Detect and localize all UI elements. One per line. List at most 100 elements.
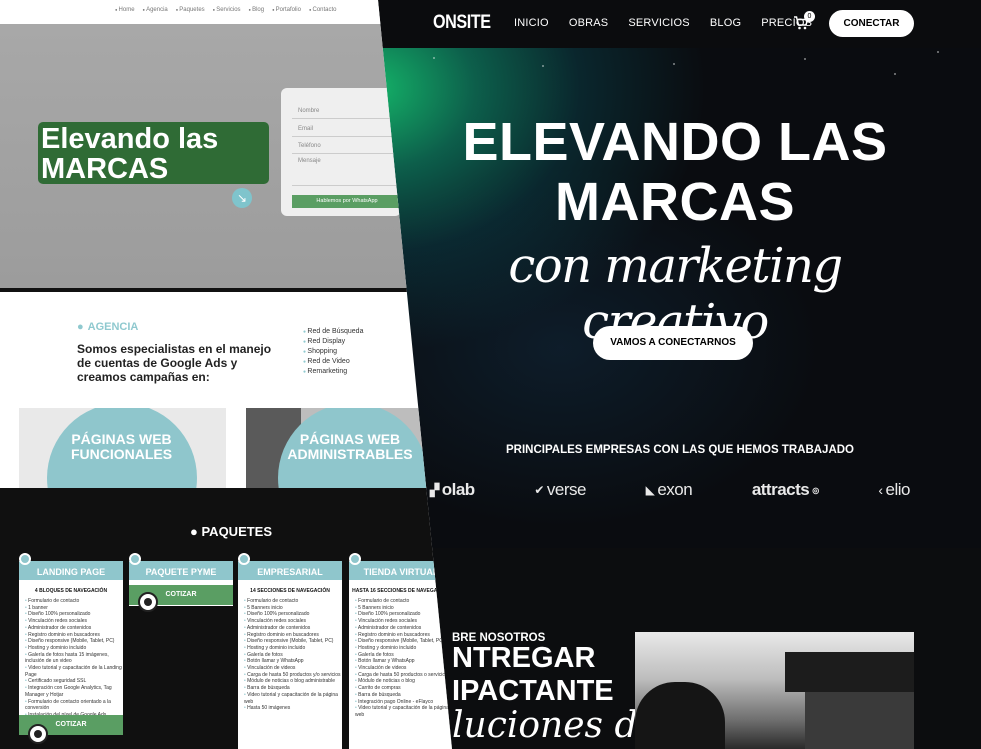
cta-connect-button[interactable]: VAMOS A CONECTARNOS (593, 326, 753, 360)
package-feature-item: Diseño responsive (Mobile, Tablet, PC) (244, 638, 342, 645)
package-feature-item: Vinculación redes sociales (25, 618, 123, 625)
package-feature-item: Diseño 100% personalizado (244, 611, 342, 618)
form-name-field[interactable]: Nombre (298, 108, 319, 114)
preview-nav-home[interactable]: Home (115, 7, 135, 13)
agency-label: AGENCIA (77, 321, 139, 333)
preview-nav-paquetes[interactable]: Paquetes (176, 7, 204, 13)
list-item: Red de Video (303, 357, 363, 367)
package-feature-item: Botón llamar y WhatsApp (244, 658, 342, 665)
package-feature-item: Diseño responsive (Mobile, Tablet, PC) (25, 638, 123, 645)
package-feature-item: Carga de hasta 50 productos y/o servicio… (244, 672, 342, 679)
star-decoration (433, 57, 435, 59)
package-feature-item: Barra de búsqueda (355, 692, 452, 699)
site-logo[interactable]: ONSITE (433, 12, 491, 34)
package-feature-item: Administrador de contenidos (355, 625, 452, 632)
connect-button[interactable]: CONECTAR (829, 10, 914, 37)
package-feature-item: Galería de fotos (355, 652, 452, 659)
package-feature-item: Barra de búsqueda (244, 685, 342, 692)
whatsapp-icon[interactable] (138, 592, 158, 612)
cart-count-badge: 0 (804, 11, 815, 22)
package-feature-item: Carga de hasta 50 productos o servicios (355, 672, 452, 679)
hero-title: ELEVANDO LAS MARCAS (462, 112, 888, 232)
preview-hero-title: Elevando las MARCAS (38, 122, 269, 184)
package-feature-item: Vinculación redes sociales (244, 618, 342, 625)
package-feature-item: Vinculación de videos (355, 665, 452, 672)
card-web-administrables[interactable]: PÁGINAS WEB ADMINISTRABLES (246, 408, 446, 488)
star-decoration (894, 73, 896, 75)
list-item: Shopping (303, 347, 363, 357)
client-logo-elio: ‹ elio (878, 480, 910, 499)
nav-blog[interactable]: BLOG (710, 17, 741, 29)
about-heading: NTREGAR IPACTANTE (452, 642, 614, 708)
package-feature-item: Vinculación redes sociales (355, 618, 452, 625)
package-feature-item: Diseño responsive (Mobile, Tablet, PC) (355, 638, 452, 645)
form-message-field[interactable]: Mensaje (298, 158, 321, 164)
package-feature-item: Registro dominio en buscadores (244, 632, 342, 639)
client-logos: ▞ olab ✔ verse ◣ exon attracts ◎ ‹ elio (430, 480, 910, 500)
package-feature-item: Hasta 50 imágenes (244, 705, 342, 712)
package-feature-item: Módulo de noticias o blog (355, 678, 452, 685)
package-feature-item: Hosting y dominio incluido (355, 645, 452, 652)
star-decoration (673, 63, 675, 65)
client-logo-verse: ✔ verse (534, 480, 586, 499)
package-feature-item: Registro dominio en buscadores (25, 632, 123, 639)
package-feature-item: Diseño 100% personalizado (25, 611, 123, 618)
package-feature-item: Formulario de contacto (25, 598, 123, 605)
list-item: Red de Búsqueda (303, 327, 363, 337)
package-landing-page: LANDING PAGE 4 BLOQUES DE NAVEGACIÓN For… (19, 553, 123, 735)
package-feature-item: Integración pago Online - eFlayco (355, 699, 452, 706)
form-email-field[interactable]: Email (298, 126, 313, 132)
package-feature-item: Módulo de noticias o blog administrable (244, 678, 342, 685)
client-logo-exon: ◣ exon (645, 480, 693, 499)
package-feature-item: 1 banner (25, 605, 123, 612)
preview-nav-agencia[interactable]: Agencia (143, 7, 168, 13)
package-empresarial: EMPRESARIAL 14 SECCIONES DE NAVEGACIÓN F… (238, 553, 342, 749)
package-feature-item: Diseño 100% personalizado (355, 611, 452, 618)
form-phone-field[interactable]: Teléfono (298, 143, 321, 149)
package-feature-item: Galería de fotos hasta 15 imágenes, incl… (25, 652, 123, 665)
agency-service-list: Red de Búsqueda Red Display Shopping Red… (303, 327, 363, 377)
package-feature-item: Integración con Google Analytics, Tag Ma… (25, 685, 123, 698)
package-feature-item: 5 Banners inicio (244, 605, 342, 612)
star-decoration (542, 65, 544, 67)
about-photo (635, 632, 914, 749)
package-feature-item: Registro dominio en buscadores (355, 632, 452, 639)
package-feature-item: Administrador de contenidos (25, 625, 123, 632)
preview-nav-servicios[interactable]: Servicios (213, 7, 240, 13)
star-decoration (804, 58, 806, 60)
nav-obras[interactable]: OBRAS (569, 17, 609, 29)
package-feature-item: Video tutorial y capacitación de la pági… (355, 705, 452, 718)
whatsapp-icon[interactable] (28, 724, 48, 744)
package-feature-item: Galería de fotos (244, 652, 342, 659)
package-feature-item: Video tutorial y capacitación de la Land… (25, 665, 123, 678)
preview-nav-portafolio[interactable]: Portafolio (272, 7, 301, 13)
package-feature-item: Certificado seguridad SSL (25, 678, 123, 685)
package-feature-item: Administrador de contenidos (244, 625, 342, 632)
package-feature-item: Formulario de contacto (244, 598, 342, 605)
about-heading-italic: luciones de (452, 705, 659, 746)
form-whatsapp-button[interactable]: Hablemos por WhatsApp (292, 195, 402, 208)
nav-servicios[interactable]: SERVICIOS (628, 17, 690, 29)
list-item: Red Display (303, 337, 363, 347)
package-feature-item: Formulario de contacto orientado a la co… (25, 699, 123, 712)
preview-nav-blog[interactable]: Blog (249, 7, 264, 13)
about-heading-line-1: NTREGAR (452, 642, 596, 674)
agency-text: Somos especialistas en el manejo de cuen… (77, 342, 272, 384)
preview-nav-contacto[interactable]: Contacto (309, 7, 337, 13)
divider (0, 288, 452, 292)
package-feature-item: Video tutorial y capacitación de la pági… (244, 692, 342, 705)
client-logo-olab: ▞ olab (430, 480, 475, 499)
package-feature-item: Botón llamar y WhatsApp (355, 658, 452, 665)
client-logo-attracts: attracts ◎ (751, 480, 819, 499)
screenshot-stage: ONSITE INICIO OBRAS SERVICIOS BLOG PRECI… (0, 0, 981, 749)
main-nav: INICIO OBRAS SERVICIOS BLOG PRECIOS (514, 17, 832, 29)
about-heading-line-2: IPACTANTE (452, 675, 614, 707)
package-feature-item: Hosting y dominio incluido (25, 645, 123, 652)
list-item: Remarketing (303, 367, 363, 377)
star-decoration (937, 51, 939, 53)
card-web-funcionales[interactable]: PÁGINAS WEB FUNCIONALES (19, 408, 226, 488)
packages-title: PAQUETES (190, 524, 272, 539)
package-feature-item: Vinculación de videos (244, 665, 342, 672)
arrow-down-icon[interactable]: ↘ (232, 188, 252, 208)
nav-inicio[interactable]: INICIO (514, 17, 549, 29)
